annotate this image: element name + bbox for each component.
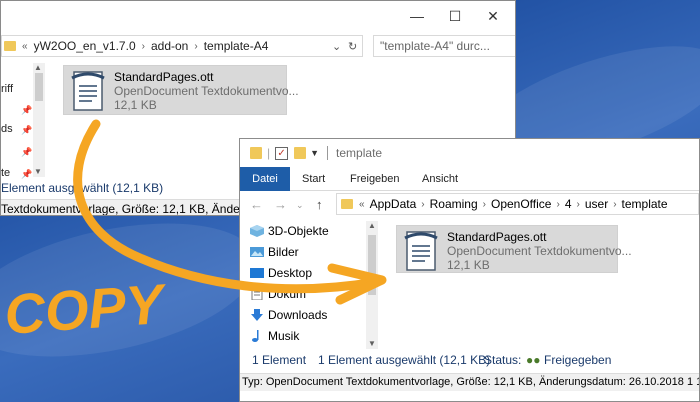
breadcrumb-item[interactable]: Roaming [430, 197, 478, 211]
scroll-thumb[interactable] [368, 235, 376, 295]
folder-icon [341, 199, 353, 209]
new-folder-icon[interactable] [294, 147, 307, 159]
pin-icon[interactable]: 📌 [21, 125, 32, 136]
breadcrumb-item[interactable]: OpenOffice [491, 197, 551, 211]
nav-item[interactable]: ds [1, 123, 13, 135]
pin-icon[interactable]: 📌 [21, 105, 32, 116]
tab-start[interactable]: Start [292, 167, 335, 191]
status-selection: 1 Element ausgewählt (12,1 KB) [318, 353, 491, 367]
status-bar: 1 Element 1 Element ausgewählt (12,1 KB)… [252, 353, 699, 371]
tab-freigeben[interactable]: Freigeben [340, 167, 410, 191]
pictures-icon [250, 247, 264, 257]
file-type: OpenDocument Textdokumentvo... [114, 84, 299, 98]
scroll-up-icon[interactable]: ▲ [368, 221, 376, 230]
file-size: 12,1 KB [447, 258, 490, 272]
overflow-chevron-icon[interactable]: « [359, 199, 365, 210]
folder-icon[interactable] [250, 147, 262, 159]
nav-scrollbar[interactable]: ▲ ▼ [366, 221, 378, 349]
close-button[interactable]: ✕ [475, 3, 511, 29]
desktop-icon [250, 268, 264, 278]
file-item[interactable]: StandardPages.ott OpenDocument Textdokum… [63, 65, 299, 115]
search-input[interactable]: "template-A4" durc... [373, 35, 515, 57]
nav-item[interactable]: te [1, 167, 10, 179]
file-item[interactable]: StandardPages.ott OpenDocument Textdokum… [396, 225, 632, 273]
breadcrumb-item[interactable]: template-A4 [204, 39, 269, 53]
tab-datei[interactable]: Datei [240, 167, 290, 191]
navigation-pane[interactable]: 3D-Objekte Bilder Desktop Dokum Download… [250, 221, 368, 349]
status-label: Status: [484, 353, 522, 367]
recent-dropdown-icon[interactable]: ⌄ [296, 200, 304, 211]
breadcrumb-item[interactable]: user [585, 197, 608, 211]
maximize-button[interactable]: ☐ [437, 3, 473, 29]
address-bar[interactable]: « AppData › Roaming › OpenOffice › 4 › u… [336, 193, 699, 215]
forward-arrow-icon[interactable]: → [274, 197, 287, 212]
music-note-icon [252, 330, 259, 342]
status-count: 1 Element [252, 353, 307, 367]
title-bar[interactable]: — ☐ ✕ [1, 1, 515, 31]
chevron-right-icon[interactable]: › [556, 199, 559, 210]
chevron-right-icon[interactable]: › [421, 199, 424, 210]
documents-icon [251, 288, 263, 300]
window-title: template [336, 146, 383, 160]
ribbon-tabs[interactable]: Datei Start Freigeben Ansicht [240, 167, 699, 191]
nav-item[interactable]: riff [1, 83, 13, 95]
address-bar[interactable]: « yW2OO_en_v1.7.0 › add-on › template-A4… [1, 35, 363, 57]
nav-scrollbar[interactable]: ▲ ▼ [33, 63, 45, 177]
customize-dropdown-icon[interactable]: ▼ [310, 148, 319, 158]
opendocument-template-icon [404, 231, 438, 271]
file-size: 12,1 KB [114, 98, 157, 112]
opendocument-template-icon [71, 71, 105, 111]
status-selection: Element ausgewählt (12,1 KB) [1, 181, 164, 195]
minimize-button[interactable]: — [399, 3, 435, 29]
chevron-right-icon[interactable]: › [142, 41, 145, 52]
scroll-up-icon[interactable]: ▲ [34, 63, 42, 72]
file-name: StandardPages.ott [447, 230, 547, 244]
toolbar-divider [327, 146, 329, 160]
folder-icon [4, 41, 16, 51]
scroll-down-icon[interactable]: ▼ [34, 167, 42, 176]
breadcrumb-item[interactable]: template [622, 197, 668, 211]
chevron-right-icon[interactable]: › [483, 199, 486, 210]
up-arrow-icon[interactable]: ↑ [316, 197, 323, 212]
pin-icon[interactable]: 📌 [21, 169, 32, 180]
desktop-light-streak [0, 200, 270, 380]
file-type: OpenDocument Textdokumentvo... [447, 244, 632, 258]
breadcrumb-item[interactable]: add-on [151, 39, 188, 53]
status-value: Freigegeben [544, 353, 612, 367]
cube-icon [250, 225, 264, 237]
chevron-down-icon[interactable]: ⌄ [332, 40, 341, 53]
scroll-down-icon[interactable]: ▼ [368, 339, 376, 348]
download-arrow-icon [251, 309, 263, 321]
breadcrumb-item[interactable]: AppData [370, 197, 417, 211]
chevron-right-icon[interactable]: › [194, 41, 197, 52]
quick-access-toolbar[interactable]: | ✓ ▼ template [240, 139, 699, 167]
scroll-thumb[interactable] [35, 73, 43, 101]
tab-ansicht[interactable]: Ansicht [412, 167, 468, 191]
shared-users-icon: ●● [526, 353, 541, 367]
chevron-right-icon[interactable]: › [613, 199, 616, 210]
properties-icon[interactable]: ✓ [275, 146, 289, 160]
explorer-window-target[interactable]: | ✓ ▼ template Datei Start Freigeben Ans… [239, 138, 700, 402]
refresh-icon[interactable]: ↻ [348, 40, 357, 53]
back-arrow-icon[interactable]: ← [250, 197, 263, 212]
overflow-chevron-icon[interactable]: « [22, 41, 28, 52]
chevron-right-icon[interactable]: › [577, 199, 580, 210]
toolbar-separator: | [267, 146, 271, 160]
pin-icon[interactable]: 📌 [21, 147, 32, 158]
breadcrumb-item[interactable]: 4 [565, 197, 572, 211]
breadcrumb-item[interactable]: yW2OO_en_v1.7.0 [34, 39, 136, 53]
details-bar: Typ: OpenDocument Textdokumentvorlage, G… [240, 373, 699, 391]
file-name: StandardPages.ott [114, 70, 214, 84]
